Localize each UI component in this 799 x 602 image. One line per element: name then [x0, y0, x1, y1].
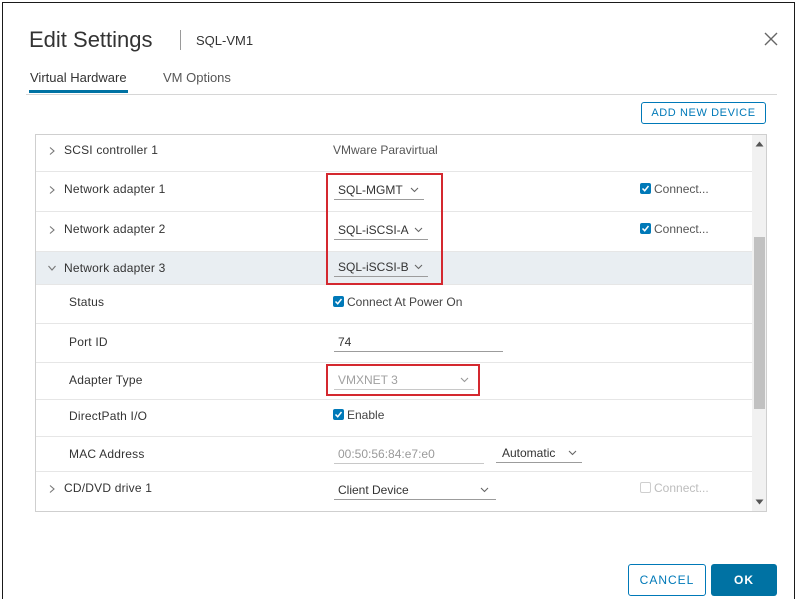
network-adapter-2-dropdown[interactable]: SQL-iSCSI-A — [334, 223, 428, 240]
mac-address-mode-dropdown[interactable]: Automatic — [496, 446, 582, 463]
adapter-type-dropdown[interactable]: VMXNET 3 — [334, 373, 474, 390]
scsi-controller-value: VMware Paravirtual — [333, 143, 438, 157]
row-network-adapter-2[interactable]: Network adapter 2 SQL-iSCSI-A Connect... — [36, 212, 752, 252]
title-separator — [180, 30, 181, 50]
row-scsi-controller-1[interactable]: SCSI controller 1 VMware Paravirtual — [36, 135, 752, 172]
chevron-down-icon — [480, 487, 489, 493]
ok-button[interactable]: OK — [711, 564, 777, 596]
connect-at-power-on-label: Connect At Power On — [347, 295, 463, 309]
network-adapter-1-label: Network adapter 1 — [64, 182, 166, 196]
scrollbar[interactable] — [752, 135, 766, 511]
chevron-down-icon — [568, 450, 577, 456]
row-network-adapter-1[interactable]: Network adapter 1 SQL-MGMT Connect... — [36, 172, 752, 212]
cd-dvd-drive-label: CD/DVD drive 1 — [64, 481, 153, 495]
connect-label: Connect... — [654, 222, 709, 236]
status-label: Status — [69, 295, 105, 309]
row-mac-address: MAC Address 00:50:56:84:e7:e0 Automatic — [36, 437, 752, 472]
chevron-down-icon — [410, 187, 419, 193]
chevron-right-icon[interactable] — [48, 147, 56, 155]
checkbox-unchecked-icon[interactable] — [640, 482, 651, 493]
cancel-button[interactable]: CANCEL — [628, 564, 706, 596]
directpath-io-label: DirectPath I/O — [69, 409, 148, 423]
mac-address-mode-value: Automatic — [502, 446, 556, 460]
port-id-value: 74 — [338, 335, 352, 349]
adapter-type-label: Adapter Type — [69, 373, 143, 387]
chevron-right-icon[interactable] — [48, 226, 56, 234]
cd-dvd-drive-dropdown[interactable]: Client Device — [334, 483, 496, 500]
mac-address-input[interactable]: 00:50:56:84:e7:e0 — [334, 446, 484, 464]
tab-bar: Virtual Hardware VM Options — [26, 70, 777, 95]
close-icon[interactable] — [763, 31, 779, 47]
checkbox-checked-icon[interactable] — [333, 409, 344, 420]
vm-name: SQL-VM1 — [196, 33, 254, 48]
checkbox-checked-icon[interactable] — [640, 183, 651, 194]
network-adapter-2-label: Network adapter 2 — [64, 222, 166, 236]
tab-virtual-hardware[interactable]: Virtual Hardware — [29, 70, 128, 93]
network-adapter-2-connect[interactable]: Connect... — [640, 222, 709, 236]
directpath-enable-checkbox[interactable]: Enable — [333, 408, 384, 422]
adapter-type-value: VMXNET 3 — [338, 373, 398, 387]
scsi-controller-label: SCSI controller 1 — [64, 143, 159, 157]
network-adapter-2-value: SQL-iSCSI-A — [338, 223, 409, 237]
hardware-list: SCSI controller 1 VMware Paravirtual Net… — [35, 134, 767, 512]
mac-address-label: MAC Address — [69, 447, 145, 461]
port-id-input[interactable]: 74 — [334, 334, 503, 352]
scroll-down-arrow-icon[interactable] — [755, 499, 764, 505]
row-status: Status Connect At Power On — [36, 285, 752, 324]
checkbox-checked-icon[interactable] — [640, 223, 651, 234]
cd-dvd-drive-connect[interactable]: Connect... — [640, 481, 709, 495]
scrollbar-thumb[interactable] — [754, 237, 765, 409]
row-cd-dvd-drive-1[interactable]: CD/DVD drive 1 Client Device Connect... — [36, 472, 752, 511]
directpath-enable-label: Enable — [347, 408, 385, 422]
scroll-up-arrow-icon[interactable] — [755, 141, 764, 147]
chevron-down-icon — [414, 264, 423, 270]
chevron-right-icon[interactable] — [48, 186, 56, 194]
network-adapter-1-connect[interactable]: Connect... — [640, 182, 709, 196]
chevron-down-icon — [460, 377, 469, 383]
port-id-label: Port ID — [69, 335, 108, 349]
row-port-id: Port ID 74 — [36, 324, 752, 363]
add-new-device-button[interactable]: ADD NEW DEVICE — [641, 102, 766, 124]
connect-at-power-on-checkbox[interactable]: Connect At Power On — [333, 295, 462, 309]
dialog-title: Edit Settings — [29, 27, 153, 52]
network-adapter-1-value: SQL-MGMT — [338, 183, 403, 197]
checkbox-checked-icon[interactable] — [333, 296, 344, 307]
cd-dvd-drive-value: Client Device — [338, 483, 409, 497]
network-adapter-3-dropdown[interactable]: SQL-iSCSI-B — [334, 260, 428, 277]
connect-label: Connect... — [654, 182, 709, 196]
network-adapter-3-label: Network adapter 3 — [64, 261, 166, 275]
connect-label: Connect... — [654, 481, 709, 495]
network-adapter-3-value: SQL-iSCSI-B — [338, 260, 409, 274]
network-adapter-1-dropdown[interactable]: SQL-MGMT — [334, 183, 424, 200]
row-directpath-io: DirectPath I/O Enable — [36, 400, 752, 437]
mac-address-value: 00:50:56:84:e7:e0 — [338, 447, 435, 461]
chevron-right-icon[interactable] — [48, 485, 56, 493]
chevron-down-icon[interactable] — [48, 264, 56, 272]
chevron-down-icon — [414, 227, 423, 233]
row-network-adapter-3[interactable]: Network adapter 3 SQL-iSCSI-B — [36, 252, 752, 285]
tab-vm-options[interactable]: VM Options — [163, 70, 231, 92]
row-adapter-type: Adapter Type VMXNET 3 — [36, 363, 752, 400]
